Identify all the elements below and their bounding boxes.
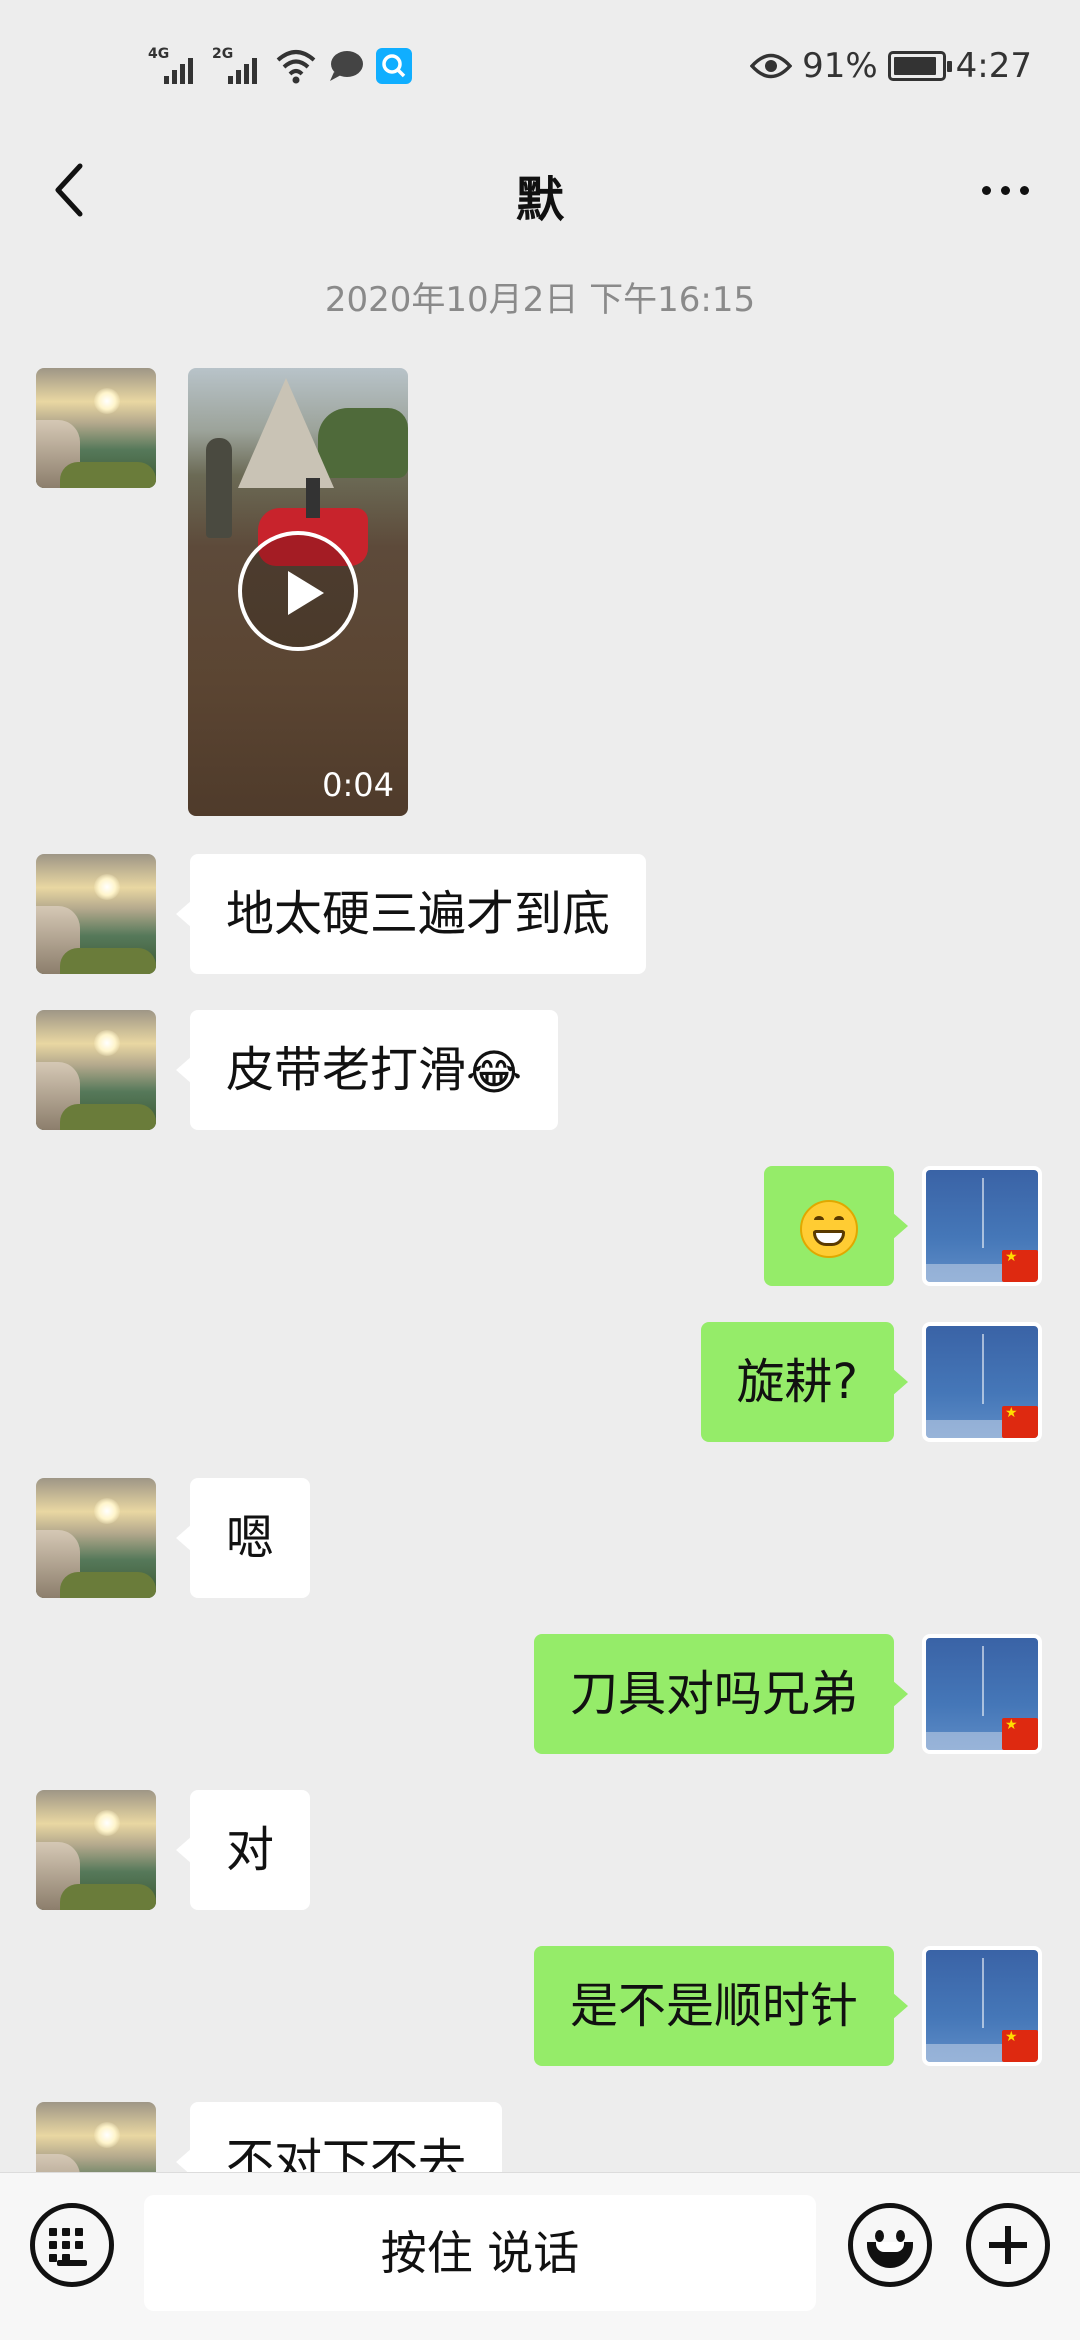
contact-avatar[interactable] [36, 854, 156, 974]
outgoing-message-bubble[interactable]: 旋耕? [700, 1322, 909, 1442]
status-right: 91% 4:27 [750, 44, 1032, 88]
my-avatar[interactable] [922, 1634, 1042, 1754]
play-icon[interactable] [238, 531, 358, 651]
my-avatar[interactable] [922, 1322, 1042, 1442]
message-timestamp: 2020年10月2日 下午16:15 [324, 280, 756, 320]
outgoing-message-bubble[interactable]: 刀具对吗兄弟 [533, 1634, 909, 1754]
message-text: 皮带老打滑 [226, 1042, 467, 1098]
chat-screen: 4G 2G 91% 4:27 默 2020年10月2日 下午16:15 0:04… [0, 0, 1080, 2340]
contact-avatar[interactable] [36, 2102, 156, 2172]
smiley-icon [875, 2230, 884, 2242]
video-message[interactable]: 0:04 [188, 368, 408, 816]
china-flag-icon [1002, 1249, 1038, 1282]
video-duration: 0:04 [322, 766, 394, 804]
more-functions-button[interactable] [966, 2203, 1050, 2287]
message-list[interactable]: 2020年10月2日 下午16:15 0:04 地太硬三遍才到底 皮带老打滑😂 … [0, 256, 1080, 2172]
chat-title: 默 [515, 172, 564, 228]
grinning-emoji-icon [800, 1200, 858, 1258]
incoming-message-bubble[interactable]: 不对下不去 [175, 2102, 503, 2172]
my-avatar[interactable] [922, 1166, 1042, 1286]
contact-avatar[interactable] [36, 1478, 156, 1598]
china-flag-icon [1002, 2029, 1038, 2062]
outgoing-message-bubble[interactable]: 是不是顺时针 [533, 1946, 909, 2066]
incoming-message-bubble[interactable]: 嗯 [175, 1478, 311, 1598]
status-left: 4G 2G [148, 44, 412, 88]
china-flag-icon [1002, 1405, 1038, 1438]
search-app-notification-icon [376, 48, 412, 84]
eye-comfort-icon [750, 53, 793, 79]
incoming-message-bubble[interactable]: 对 [175, 1790, 311, 1910]
more-options-button[interactable] [960, 150, 1050, 230]
battery-icon [887, 51, 952, 81]
input-bar: 按住 说话 [0, 2172, 1080, 2340]
incoming-message-bubble[interactable]: 地太硬三遍才到底 [175, 854, 647, 974]
laughing-crying-emoji-icon: 😂 [466, 1045, 523, 1101]
clock: 4:27 [955, 46, 1032, 86]
keyboard-icon [49, 2228, 95, 2262]
contact-avatar[interactable] [36, 1010, 156, 1130]
hold-to-talk-button[interactable]: 按住 说话 [144, 2195, 816, 2311]
my-avatar[interactable] [922, 1946, 1042, 2066]
keyboard-toggle-button[interactable] [30, 2203, 114, 2287]
incoming-message-bubble[interactable]: 皮带老打滑😂 [175, 1010, 559, 1130]
chat-header: 默 [0, 130, 1080, 256]
message-notification-icon [330, 51, 363, 81]
signal-2g-icon: 2G [212, 46, 264, 86]
outgoing-message-bubble[interactable] [764, 1166, 908, 1286]
status-bar: 4G 2G 91% 4:27 [0, 0, 1080, 130]
more-dots-icon [981, 185, 991, 195]
signal-4g-icon: 4G [148, 46, 200, 86]
battery-fill [893, 57, 936, 75]
china-flag-icon [1002, 1717, 1038, 1750]
wifi-icon [276, 50, 316, 84]
emoji-button[interactable] [848, 2203, 932, 2287]
battery-percent: 91% [802, 46, 878, 86]
contact-avatar[interactable] [36, 1790, 156, 1910]
contact-avatar[interactable] [36, 368, 156, 488]
